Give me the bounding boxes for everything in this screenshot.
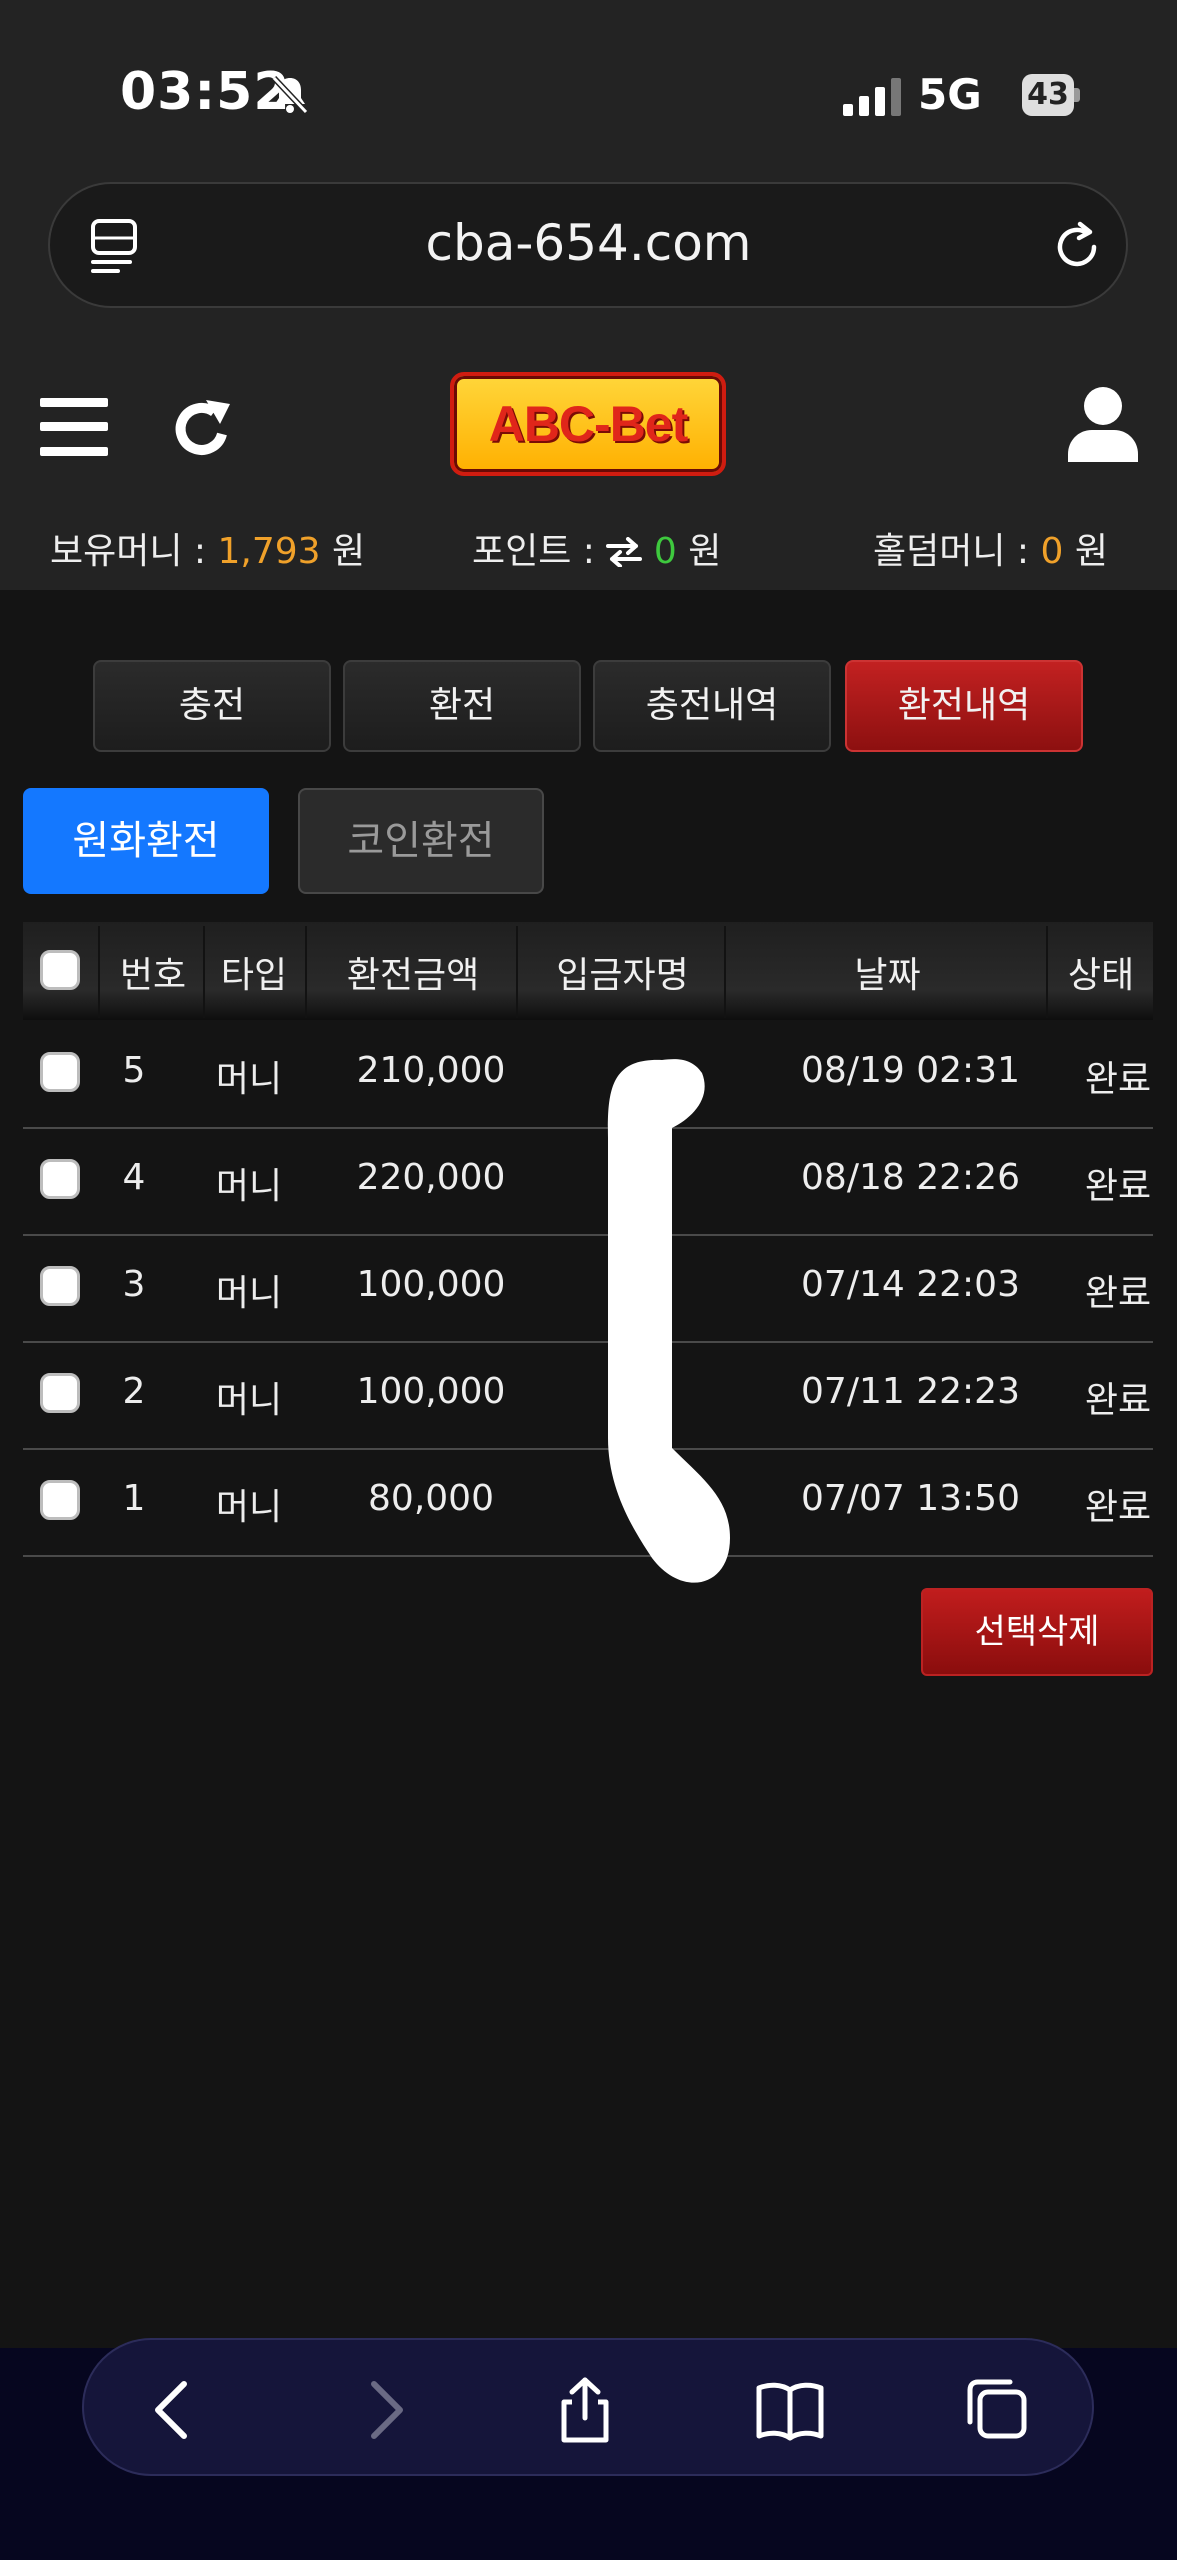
- column-divider: [1046, 926, 1048, 1018]
- refresh-icon[interactable]: [172, 396, 234, 462]
- swap-icon[interactable]: [606, 537, 643, 567]
- header-amount: 환전금액: [346, 955, 480, 996]
- holdem-label: 홀덤머니 :: [873, 531, 1041, 572]
- row-type: 머니: [215, 1487, 283, 1528]
- row-status: 완료: [1084, 1487, 1152, 1528]
- reload-icon[interactable]: [1050, 220, 1104, 274]
- row-status: 완료: [1084, 1166, 1152, 1207]
- header-date: 날짜: [854, 955, 921, 996]
- row-date: 08/18 22:26: [801, 1157, 1020, 1198]
- row-number: 1: [122, 1478, 146, 1519]
- status-time: 03:52: [120, 62, 291, 122]
- url-text[interactable]: cba-654.com: [0, 214, 1177, 272]
- bell-off-icon: [271, 75, 309, 115]
- column-divider: [516, 926, 518, 1018]
- row-type: 머니: [215, 1273, 283, 1314]
- user-icon[interactable]: [1068, 386, 1138, 462]
- header-number: 번호: [119, 955, 187, 996]
- row-date: 08/19 02:31: [801, 1050, 1020, 1091]
- row-checkbox[interactable]: [40, 1480, 80, 1520]
- signal-icon: [843, 78, 901, 116]
- row-amount: 100,000: [356, 1371, 506, 1412]
- battery-tip: [1074, 88, 1080, 102]
- point-balance: 포인트 : 0 원: [472, 522, 721, 574]
- subtab-coin-exchange[interactable]: 코인환전: [298, 788, 544, 894]
- hamburger-icon[interactable]: [40, 398, 108, 456]
- row-checkbox[interactable]: [40, 1159, 80, 1199]
- point-unit: 원: [676, 531, 722, 572]
- row-number: 5: [122, 1050, 146, 1091]
- column-divider: [724, 926, 726, 1018]
- select-all-checkbox[interactable]: [40, 950, 80, 990]
- battery-icon: 43: [1022, 74, 1074, 116]
- row-date: 07/07 13:50: [801, 1478, 1020, 1519]
- header-status: 상태: [1067, 955, 1135, 996]
- row-status: 완료: [1084, 1380, 1152, 1421]
- column-divider: [305, 926, 307, 1018]
- column-divider: [98, 926, 100, 1018]
- row-amount: 100,000: [356, 1264, 506, 1305]
- row-type: 머니: [215, 1166, 283, 1207]
- money-value: 1,793: [217, 531, 321, 572]
- row-date: 07/11 22:23: [801, 1371, 1020, 1412]
- row-checkbox[interactable]: [40, 1052, 80, 1092]
- column-divider: [203, 926, 205, 1018]
- delete-selected-button[interactable]: 선택삭제: [921, 1588, 1153, 1676]
- tab-exchange[interactable]: 환전: [343, 660, 581, 752]
- point-value: 0: [653, 531, 677, 572]
- tab-exchange-history[interactable]: 환전내역: [845, 660, 1083, 752]
- row-checkbox[interactable]: [40, 1373, 80, 1413]
- row-type: 머니: [215, 1380, 283, 1421]
- row-number: 3: [122, 1264, 146, 1305]
- point-label: 포인트 :: [472, 531, 607, 572]
- row-status: 완료: [1084, 1273, 1152, 1314]
- holdem-value: 0: [1040, 531, 1064, 572]
- money-balance: 보유머니 : 1,793 원: [50, 522, 365, 574]
- row-number: 4: [122, 1157, 146, 1198]
- bookmarks-icon[interactable]: [755, 2376, 825, 2444]
- tabs-icon[interactable]: [960, 2376, 1030, 2444]
- row-amount: 80,000: [368, 1478, 494, 1519]
- row-amount: 210,000: [356, 1050, 506, 1091]
- row-checkbox[interactable]: [40, 1266, 80, 1306]
- money-label: 보유머니 :: [50, 531, 218, 572]
- redaction-mark: [607, 1059, 730, 1583]
- holdem-balance: 홀덤머니 : 0 원: [873, 522, 1108, 574]
- share-icon[interactable]: [550, 2376, 620, 2444]
- money-unit: 원: [320, 531, 366, 572]
- tab-charge[interactable]: 충전: [93, 660, 331, 752]
- subtab-krw-exchange[interactable]: 원화환전: [23, 788, 269, 894]
- row-date: 07/14 22:03: [801, 1264, 1020, 1305]
- row-type: 머니: [215, 1059, 283, 1100]
- back-icon[interactable]: [140, 2376, 210, 2444]
- holdem-unit: 원: [1063, 531, 1108, 572]
- header-depositor: 입금자명: [556, 955, 689, 996]
- row-amount: 220,000: [356, 1157, 506, 1198]
- tab-charge-history[interactable]: 충전내역: [593, 660, 831, 752]
- logo-text: ABC-Bet: [488, 396, 689, 452]
- row-number: 2: [122, 1371, 146, 1412]
- header-type: 타입: [220, 955, 288, 996]
- row-status: 완료: [1084, 1059, 1152, 1100]
- site-logo[interactable]: ABC-Bet: [450, 372, 726, 476]
- network-label: 5G: [918, 70, 982, 119]
- forward-icon[interactable]: [348, 2376, 418, 2444]
